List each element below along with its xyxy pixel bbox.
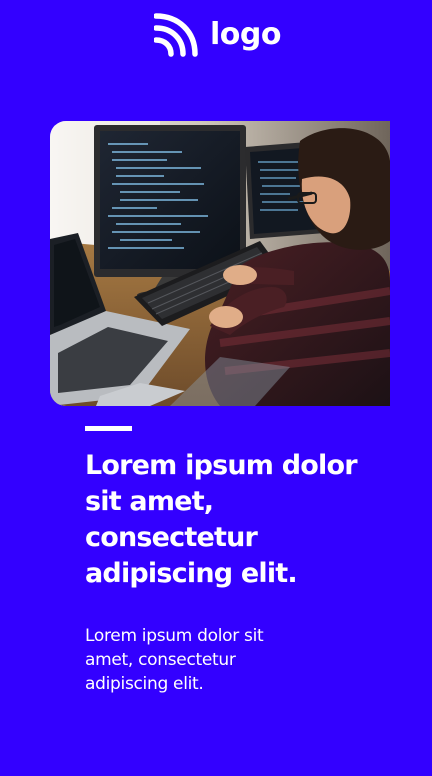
brand-logo[interactable]: logo	[154, 13, 281, 57]
body-text: Lorem ipsum dolor sit amet, consectetur …	[85, 626, 264, 694]
hero-image	[50, 121, 390, 406]
accent-divider	[85, 426, 132, 431]
headline: Lorem ipsum dolor sit amet, consectetur …	[85, 450, 358, 589]
rss-feed-icon	[154, 13, 198, 57]
hero-photo-illustration	[50, 121, 390, 406]
logo-text: logo	[210, 17, 281, 52]
